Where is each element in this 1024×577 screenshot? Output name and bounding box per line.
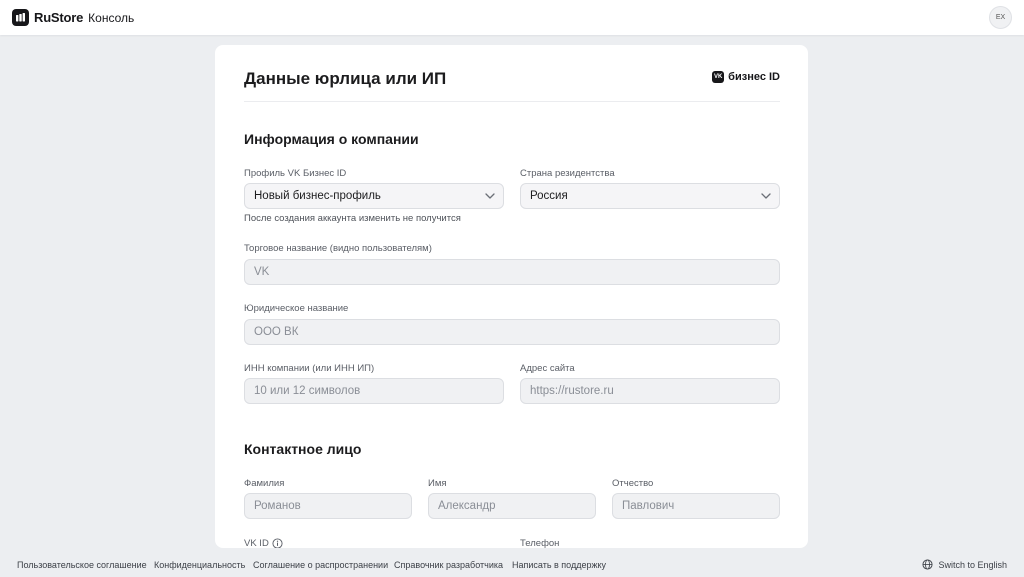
brand-section: Консоль <box>88 10 135 25</box>
profile-select-value: Новый бизнес-профиль <box>254 190 381 202</box>
website-input[interactable] <box>530 385 779 397</box>
website-field[interactable] <box>520 378 780 404</box>
info-icon[interactable] <box>272 538 283 548</box>
vk-id-label: VK ID <box>244 538 269 548</box>
country-select-value: Россия <box>530 190 568 202</box>
website-label: Адрес сайта <box>520 363 575 374</box>
footer-link-terms[interactable]: Пользовательское соглашение <box>17 560 147 570</box>
avatar[interactable]: EX <box>989 6 1012 29</box>
brand[interactable]: RuStore Консоль <box>12 9 134 26</box>
inn-input[interactable] <box>254 385 503 397</box>
vk-business-id-logo: VK бизнес ID <box>712 71 780 83</box>
first-name-label: Имя <box>428 478 447 489</box>
footer-link-distribution[interactable]: Соглашение о распространении <box>253 560 388 570</box>
last-name-label: Фамилия <box>244 478 285 489</box>
top-bar: RuStore Консоль EX <box>0 0 1024 35</box>
first-name-field[interactable] <box>428 493 596 519</box>
company-form-card: Данные юрлица или ИП VK бизнес ID Информ… <box>215 45 808 548</box>
country-label: Страна резидентства <box>520 168 615 179</box>
inn-field[interactable] <box>244 378 504 404</box>
trade-name-label: Торговое название (видно пользователям) <box>244 243 432 254</box>
phone-label: Телефон <box>520 538 560 548</box>
first-name-input[interactable] <box>438 500 595 512</box>
globe-icon <box>922 559 933 570</box>
footer-link-dev-guide[interactable]: Справочник разработчика <box>394 560 503 570</box>
trade-name-input[interactable] <box>254 266 779 278</box>
inn-label: ИНН компании (или ИНН ИП) <box>244 363 375 374</box>
profile-label: Профиль VK Бизнес ID <box>244 168 347 179</box>
middle-name-label: Отчество <box>612 478 654 489</box>
rustore-logo-icon <box>12 9 29 26</box>
footer-link-privacy[interactable]: Конфиденциальность <box>154 560 245 570</box>
chevron-down-icon <box>761 193 771 199</box>
trade-name-field[interactable] <box>244 259 780 285</box>
footer: Пользовательское соглашение Конфиденциал… <box>0 556 1024 576</box>
legal-name-label: Юридическое название <box>244 303 349 314</box>
language-switch-label: Switch to English <box>938 559 1007 570</box>
company-section-title: Информация о компании <box>244 131 419 147</box>
middle-name-field[interactable] <box>612 493 780 519</box>
last-name-input[interactable] <box>254 500 411 512</box>
business-id-label: бизнес ID <box>728 71 780 83</box>
last-name-field[interactable] <box>244 493 412 519</box>
country-select[interactable]: Россия <box>520 183 780 209</box>
legal-name-input[interactable] <box>254 326 779 338</box>
brand-name: RuStore <box>34 10 84 25</box>
title-divider <box>244 101 780 102</box>
profile-hint: После создания аккаунта изменить не полу… <box>244 213 461 224</box>
profile-select[interactable]: Новый бизнес-профиль <box>244 183 504 209</box>
chevron-down-icon <box>485 193 495 199</box>
contact-section-title: Контактное лицо <box>244 441 362 457</box>
legal-name-field[interactable] <box>244 319 780 345</box>
page-title: Данные юрлица или ИП <box>244 69 447 88</box>
footer-link-support[interactable]: Написать в поддержку <box>512 560 606 570</box>
middle-name-input[interactable] <box>622 500 779 512</box>
vk-logo-icon: VK <box>712 71 725 83</box>
language-switch[interactable]: Switch to English <box>922 559 1007 570</box>
